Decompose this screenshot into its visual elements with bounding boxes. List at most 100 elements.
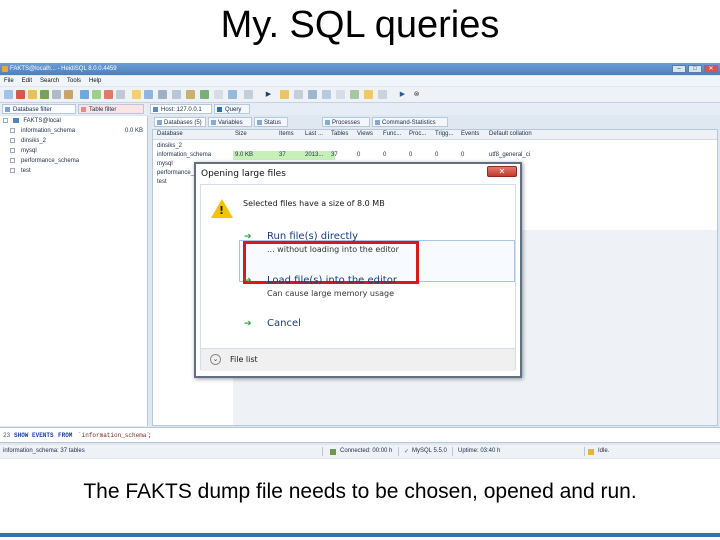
green-arrow-icon: ➔ bbox=[244, 276, 252, 286]
help-icon[interactable] bbox=[228, 90, 237, 99]
left-panel-tabs: Database filter Table filter bbox=[0, 103, 147, 115]
close-button[interactable]: ✕ bbox=[704, 65, 718, 73]
tab-host[interactable]: Host: 127.0.0.1 bbox=[150, 104, 212, 114]
dialog-title: Opening large files bbox=[201, 169, 286, 179]
cancel-query-icon[interactable]: ⊗ bbox=[412, 90, 421, 99]
forward-icon[interactable]: ▶ bbox=[398, 90, 407, 99]
log-icon[interactable] bbox=[244, 90, 253, 99]
maximize-button[interactable]: □ bbox=[688, 65, 702, 73]
maintenance-icon[interactable] bbox=[186, 90, 195, 99]
dialog-message: Selected files have a size of 8.0 MB bbox=[243, 199, 385, 208]
expand-icon[interactable] bbox=[10, 138, 15, 143]
load-files-into-editor-option[interactable]: ➔ Load file(s) into the editor Can cause… bbox=[239, 273, 511, 303]
variables-icon bbox=[211, 120, 216, 125]
save-icon[interactable] bbox=[40, 90, 49, 99]
user-icon[interactable] bbox=[132, 90, 141, 99]
find-icon[interactable] bbox=[336, 90, 345, 99]
menu-file[interactable]: File bbox=[4, 78, 14, 84]
open-folder-icon[interactable] bbox=[28, 90, 37, 99]
check-icon[interactable] bbox=[350, 90, 359, 99]
delete-icon[interactable] bbox=[104, 90, 113, 99]
databases-icon bbox=[157, 120, 162, 125]
column-last[interactable]: Last ... bbox=[305, 131, 323, 137]
table-filter-icon bbox=[81, 107, 86, 112]
expand-icon[interactable] bbox=[10, 158, 15, 163]
menu-tools[interactable]: Tools bbox=[67, 78, 81, 84]
tab-query-label: Query bbox=[225, 107, 242, 113]
wrap-icon[interactable] bbox=[378, 90, 387, 99]
database-filter-icon bbox=[5, 107, 10, 112]
column-triggers[interactable]: Trigg... bbox=[435, 131, 453, 137]
expand-icon[interactable] bbox=[10, 148, 15, 153]
column-database[interactable]: Database bbox=[157, 131, 183, 137]
tree-item-dinsiks-2[interactable]: dinsiks_2 bbox=[10, 138, 46, 144]
column-functions[interactable]: Func... bbox=[383, 131, 401, 137]
file-list-toggle[interactable]: File list bbox=[230, 355, 258, 364]
table-row[interactable]: information_schema 9.0 KB 37 2013... 37 … bbox=[153, 151, 717, 160]
load-sql-icon[interactable] bbox=[280, 90, 289, 99]
connect-icon[interactable] bbox=[4, 90, 13, 99]
host-icon bbox=[153, 107, 158, 112]
tree-item-information-schema[interactable]: information_schema bbox=[10, 128, 75, 134]
cell-database: mysql bbox=[157, 161, 173, 167]
toolbar: ▶ ▶ ⊗ bbox=[0, 87, 720, 103]
tab-processes[interactable]: Processes bbox=[322, 117, 370, 127]
column-views[interactable]: Views bbox=[357, 131, 373, 137]
format-icon[interactable] bbox=[322, 90, 331, 99]
status-divider bbox=[398, 447, 399, 456]
table-icon[interactable] bbox=[144, 90, 153, 99]
dialog-close-button[interactable]: ✕ bbox=[487, 166, 517, 177]
column-tables[interactable]: Tables bbox=[331, 131, 348, 137]
processes-icon bbox=[325, 120, 330, 125]
disconnect-icon[interactable] bbox=[16, 90, 25, 99]
menu-edit[interactable]: Edit bbox=[22, 78, 32, 84]
connected-icon bbox=[330, 449, 336, 455]
table-row[interactable]: dinsiks_2 bbox=[153, 142, 717, 151]
run-icon[interactable]: ▶ bbox=[264, 90, 273, 99]
tree-item-mysql[interactable]: mysql bbox=[10, 148, 37, 154]
cell-events: 0 bbox=[461, 152, 465, 158]
cell-tables: 37 bbox=[331, 152, 338, 158]
add-icon[interactable] bbox=[92, 90, 101, 99]
cell-items: 37 bbox=[279, 152, 286, 158]
tab-variables[interactable]: Variables bbox=[208, 117, 252, 127]
cancel-option[interactable]: ➔ Cancel bbox=[239, 316, 511, 334]
column-procedures[interactable]: Proc... bbox=[409, 131, 426, 137]
export-icon[interactable] bbox=[158, 90, 167, 99]
copy-icon[interactable] bbox=[52, 90, 61, 99]
sql-keyword-from: FROM bbox=[58, 432, 73, 439]
tab-databases[interactable]: Databases (5) bbox=[154, 117, 206, 127]
tree-root[interactable]: FAKTS@local bbox=[3, 118, 61, 124]
tab-status[interactable]: Status bbox=[254, 117, 288, 127]
column-events[interactable]: Events bbox=[461, 131, 479, 137]
cell-last: 2013... bbox=[305, 152, 324, 158]
collapse-icon[interactable] bbox=[3, 118, 8, 123]
tree-item-performance-schema[interactable]: performance_schema bbox=[10, 158, 79, 164]
tree-item-test[interactable]: test bbox=[10, 168, 31, 174]
tab-command-statistics[interactable]: Command-Statistics bbox=[372, 117, 448, 127]
expand-icon[interactable] bbox=[10, 168, 15, 173]
sql-log[interactable]: 23 SHOW EVENTS FROM `information_schema`… bbox=[0, 427, 720, 443]
chevron-down-icon[interactable]: ⌄ bbox=[210, 354, 221, 365]
bulk-icon[interactable] bbox=[200, 90, 209, 99]
menu-help[interactable]: Help bbox=[89, 78, 101, 84]
tab-table-filter[interactable]: Table filter bbox=[78, 104, 144, 114]
tab-query[interactable]: Query bbox=[214, 104, 250, 114]
filter-icon[interactable] bbox=[116, 90, 125, 99]
minimize-button[interactable]: – bbox=[672, 65, 686, 73]
expand-icon[interactable] bbox=[10, 128, 15, 133]
save-sql-icon[interactable] bbox=[294, 90, 303, 99]
paste-icon[interactable] bbox=[64, 90, 73, 99]
highlight-icon[interactable] bbox=[364, 90, 373, 99]
column-default-collation[interactable]: Default collation bbox=[489, 131, 532, 137]
column-size[interactable]: Size bbox=[235, 131, 247, 137]
stop-icon[interactable] bbox=[308, 90, 317, 99]
refresh-icon[interactable] bbox=[80, 90, 89, 99]
column-items[interactable]: Items bbox=[279, 131, 294, 137]
settings-icon[interactable] bbox=[214, 90, 223, 99]
import-icon[interactable] bbox=[172, 90, 181, 99]
menu-bar: File Edit Search Tools Help bbox=[0, 76, 720, 86]
tab-database-filter[interactable]: Database filter bbox=[2, 104, 76, 114]
tab-databases-label: Databases (5) bbox=[164, 120, 202, 126]
menu-search[interactable]: Search bbox=[40, 78, 59, 84]
